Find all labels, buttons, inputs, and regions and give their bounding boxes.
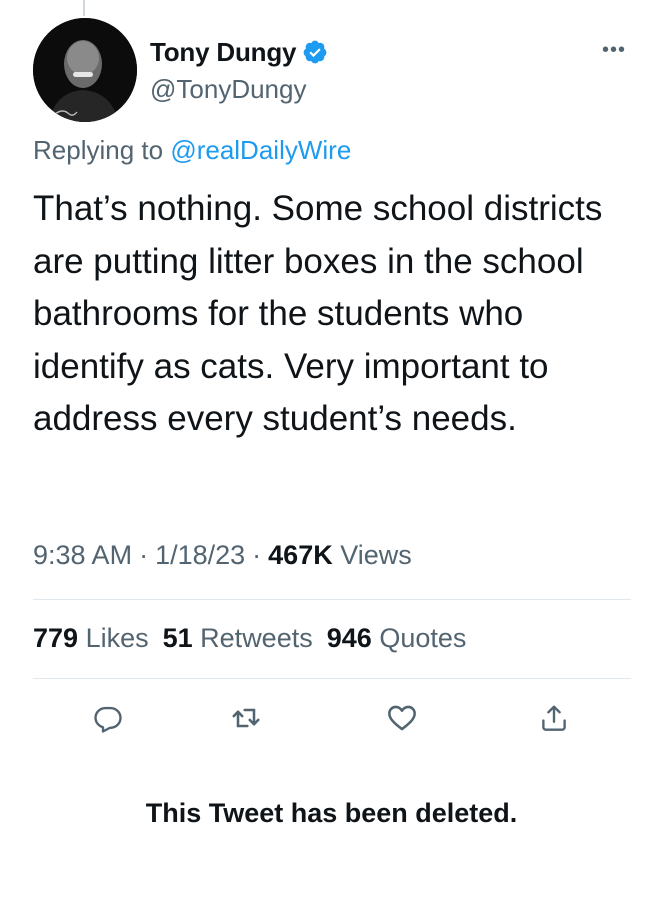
quotes-label: Quotes [379, 623, 467, 653]
meta-separator: · [252, 540, 262, 570]
avatar-portrait-icon [33, 18, 137, 122]
author-display-name[interactable]: Tony Dungy [150, 37, 296, 68]
replying-to-label: Replying to [33, 135, 164, 165]
meta-separator: · [139, 540, 149, 570]
author-name-row: Tony Dungy [150, 34, 328, 70]
like-button[interactable] [384, 700, 420, 736]
like-icon [388, 705, 416, 731]
reply-mention-link[interactable]: @realDailyWire [170, 135, 351, 165]
likes-label: Likes [85, 623, 149, 653]
quotes-stat[interactable]: 946 Quotes [327, 623, 467, 653]
tweet-text: That’s nothing. Some school districts ar… [33, 189, 613, 438]
replying-to-line: Replying to @realDailyWire [33, 135, 351, 166]
reply-icon [94, 706, 122, 733]
more-options-icon[interactable]: ••• [596, 38, 632, 62]
retweet-button[interactable] [228, 700, 264, 736]
likes-count: 779 [33, 623, 79, 653]
divider [33, 599, 631, 600]
views-count: 467K [268, 540, 333, 570]
verified-badge-icon [303, 40, 327, 64]
thread-connector-line [83, 0, 85, 16]
tweet-time[interactable]: 9:38 AM [33, 540, 132, 570]
retweets-stat[interactable]: 51 Retweets [163, 623, 313, 653]
engagement-stats: 779 Likes 51 Retweets 946 Quotes [33, 623, 480, 654]
author-handle[interactable]: @TonyDungy [150, 74, 306, 105]
avatar[interactable] [33, 18, 137, 122]
share-icon [542, 705, 566, 731]
likes-stat[interactable]: 779 Likes [33, 623, 149, 653]
deleted-notice: This Tweet has been deleted. [145, 798, 518, 828]
reply-button[interactable] [90, 700, 126, 736]
tweet-meta: 9:38 AM · 1/18/23 · 467K Views [33, 540, 412, 571]
divider [33, 678, 631, 679]
share-button[interactable] [536, 700, 572, 736]
views-label: Views [340, 540, 412, 570]
tweet-date[interactable]: 1/18/23 [155, 540, 245, 570]
retweets-count: 51 [162, 623, 193, 653]
retweets-label: Retweets [200, 623, 313, 653]
quotes-count: 946 [326, 623, 372, 653]
retweet-icon [232, 708, 260, 728]
